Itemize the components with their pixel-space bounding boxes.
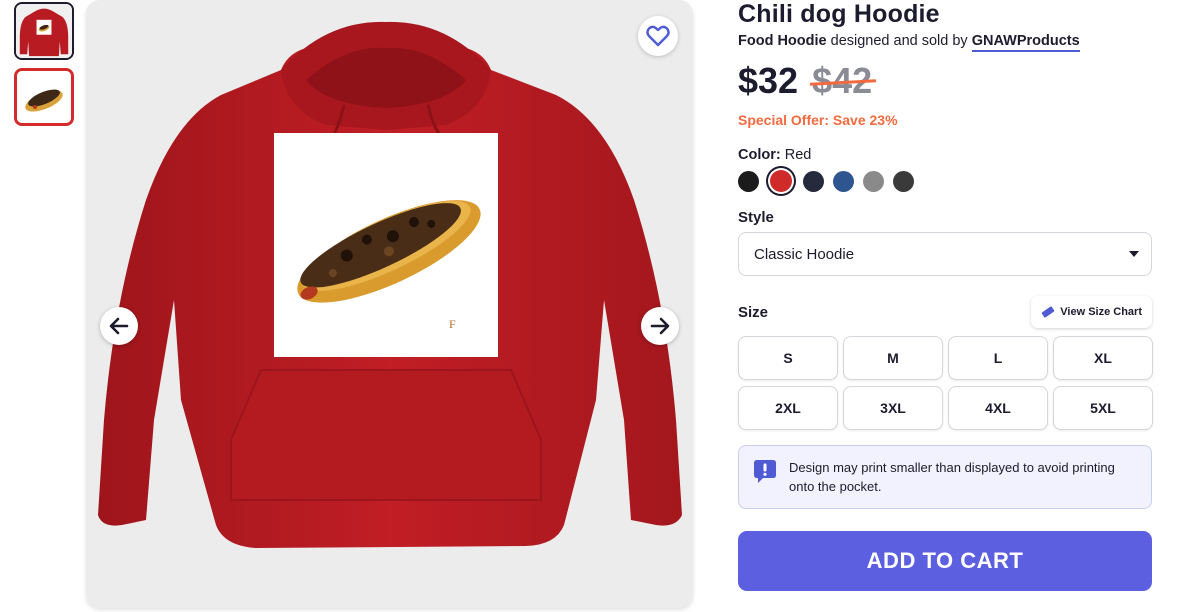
- size-option-2xl[interactable]: 2XL: [738, 386, 838, 430]
- product-details-panel: Chili dog Hoodie Food Hoodie designed an…: [738, 0, 1153, 591]
- view-size-chart-label: View Size Chart: [1060, 306, 1142, 318]
- print-notice-text: Design may print smaller than displayed …: [789, 460, 1115, 494]
- next-image-button[interactable]: [641, 307, 679, 345]
- hoodie-product-image: F: [98, 21, 682, 548]
- add-to-cart-button[interactable]: ADD TO CART: [738, 531, 1152, 591]
- color-label: Color: Red: [738, 147, 1152, 163]
- hoodie-thumbnail-image: [16, 4, 72, 58]
- current-price: $32: [738, 60, 799, 101]
- design-thumbnail-image: [17, 71, 71, 123]
- size-option-5xl[interactable]: 5XL: [1053, 386, 1153, 430]
- heart-icon: [646, 25, 670, 47]
- swatch-charcoal[interactable]: [893, 170, 914, 192]
- product-image-viewer: F: [86, 0, 693, 608]
- color-label-title: Color:: [738, 147, 781, 163]
- style-label: Style: [738, 209, 774, 226]
- product-byline: Food Hoodie designed and sold by GNAWPro…: [738, 33, 1152, 52]
- size-option-m[interactable]: M: [843, 336, 943, 380]
- price-block: $32 $42: [738, 60, 1152, 102]
- swatch-navy[interactable]: [803, 170, 824, 192]
- size-option-s[interactable]: S: [738, 336, 838, 380]
- product-category: Food Hoodie: [738, 33, 827, 49]
- selected-color-name: Red: [784, 147, 812, 163]
- print-notice: Design may print smaller than displayed …: [738, 445, 1152, 509]
- size-option-l[interactable]: L: [948, 336, 1048, 380]
- size-option-xl[interactable]: XL: [1053, 336, 1153, 380]
- svg-text:F: F: [449, 317, 456, 331]
- size-option-4xl[interactable]: 4XL: [948, 386, 1048, 430]
- thumbnail-design[interactable]: [14, 68, 74, 126]
- previous-image-button[interactable]: [100, 307, 138, 345]
- special-offer-text: Special Offer: Save 23%: [738, 112, 898, 128]
- product-title: Chili dog Hoodie: [738, 0, 940, 28]
- original-price: $42: [812, 60, 873, 101]
- color-swatches: [738, 170, 1152, 192]
- swatch-black[interactable]: [738, 170, 759, 192]
- arrow-right-icon: [650, 317, 670, 335]
- swatch-red[interactable]: [770, 170, 792, 192]
- swatch-royal-blue[interactable]: [833, 170, 854, 192]
- view-size-chart-button[interactable]: View Size Chart: [1031, 296, 1152, 328]
- ruler-icon: [1042, 306, 1055, 318]
- size-options: S M L XL 2XL 3XL 4XL 5XL: [738, 336, 1153, 430]
- chevron-down-icon: [1129, 251, 1139, 257]
- arrow-left-icon: [109, 317, 129, 335]
- thumbnail-hoodie[interactable]: [14, 2, 74, 60]
- thumbnail-list: [14, 2, 76, 134]
- style-select[interactable]: Classic Hoodie: [738, 232, 1152, 276]
- seller-link[interactable]: GNAWProducts: [971, 33, 1080, 52]
- byline-text: designed and sold by: [830, 33, 968, 49]
- swatch-heather-gray[interactable]: [863, 170, 884, 192]
- style-selected-value: Classic Hoodie: [754, 245, 855, 263]
- size-label: Size: [738, 303, 769, 321]
- size-option-3xl[interactable]: 3XL: [843, 386, 943, 430]
- size-header: Size View Size Chart: [738, 296, 1152, 328]
- favorite-button[interactable]: [638, 16, 678, 56]
- alert-message-icon: [754, 460, 776, 483]
